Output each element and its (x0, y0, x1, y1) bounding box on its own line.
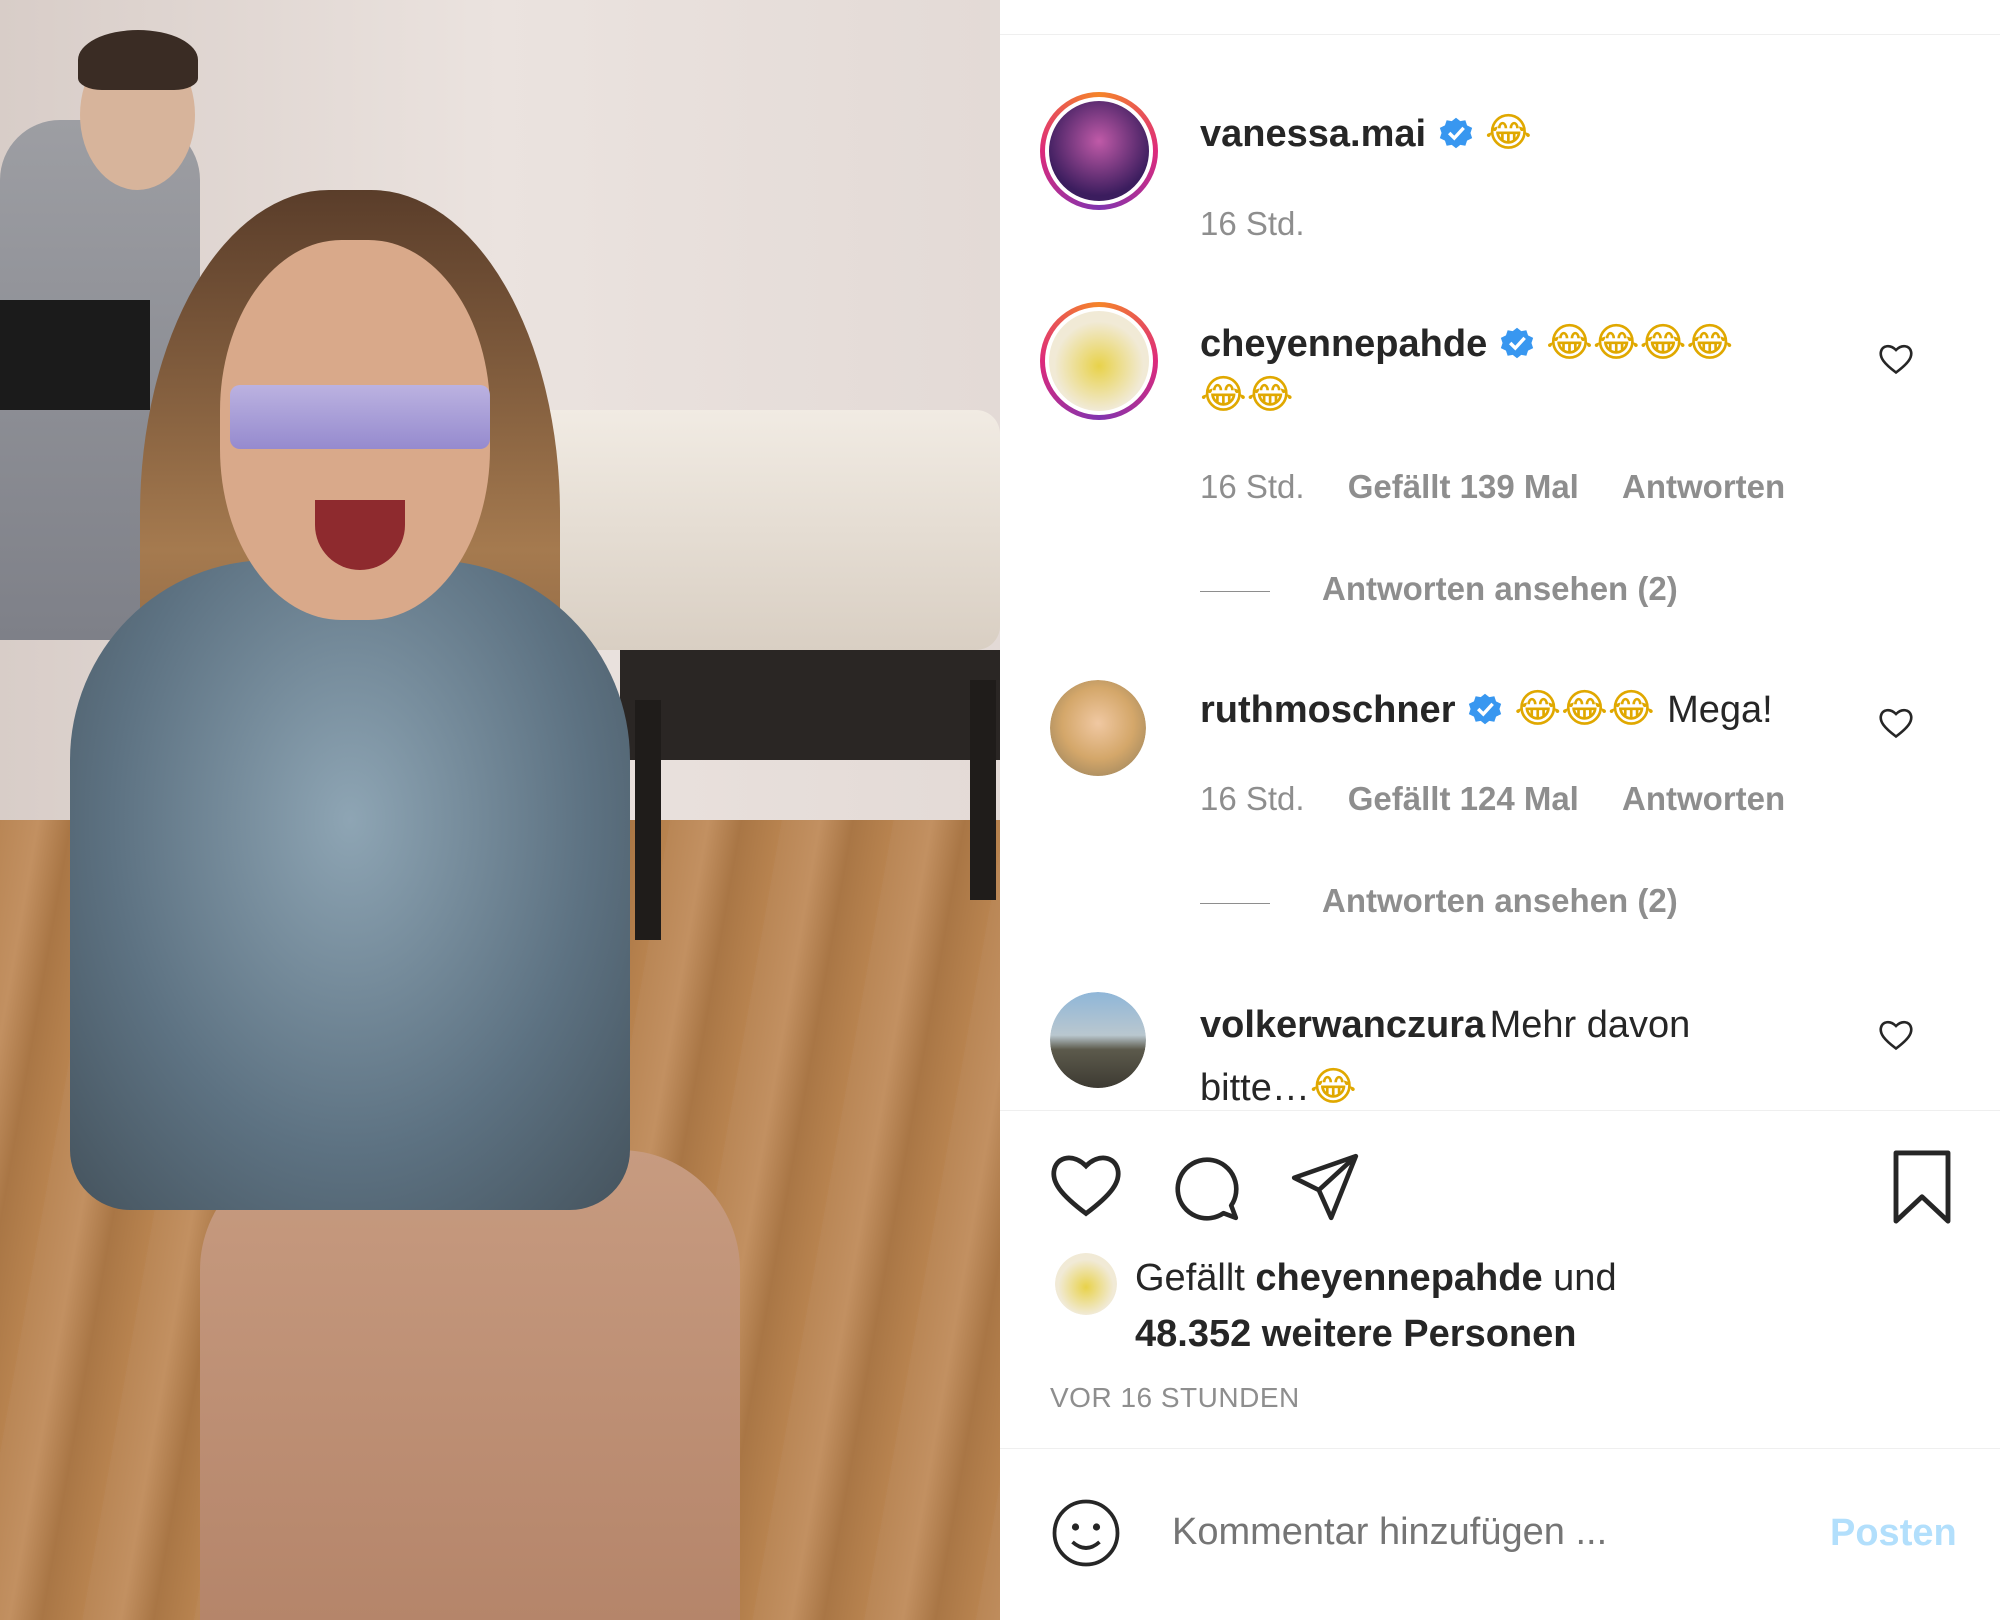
comment-username[interactable]: volkerwanczura (1200, 1004, 1485, 1046)
media-table (620, 650, 1000, 760)
view-replies-button[interactable]: Antworten ansehen (2) (1200, 570, 1678, 608)
liker-avatar[interactable] (1055, 1253, 1117, 1315)
comment-icon[interactable] (1168, 1150, 1242, 1224)
comment-time: 16 Std. (1200, 468, 1305, 505)
media-chair (0, 300, 150, 410)
heart-icon[interactable] (1878, 706, 1914, 740)
media-table-leg (970, 680, 996, 900)
replies-dash (1200, 590, 1270, 592)
media-person-body (70, 560, 630, 1210)
media-table-leg (635, 700, 661, 940)
comment-line: volkerwanczura Mehr davon bitte…😂 (1200, 998, 1690, 1123)
comment-avatar[interactable] (1050, 992, 1146, 1088)
likes-prefix: Gefällt (1135, 1257, 1245, 1299)
heart-icon[interactable] (1878, 1018, 1914, 1052)
verified-icon (1468, 693, 1502, 725)
comment-line: ruthmoschner 😂😂😂 Mega! (1200, 686, 1773, 732)
media-person-legs (200, 1150, 740, 1620)
likes-mid: und (1553, 1257, 1617, 1299)
panel-top-divider (1000, 34, 2000, 35)
comment-likes[interactable]: Gefällt 124 Mal (1348, 780, 1579, 817)
actions-divider (1000, 1110, 2000, 1111)
comment-emoji: 😂 (1309, 1064, 1357, 1110)
post-comment-button[interactable]: Posten (1830, 1512, 1957, 1555)
comment-box-divider (1000, 1448, 2000, 1449)
verified-icon (1439, 117, 1472, 149)
likes-summary: Gefällt cheyennepahde und 48.352 weitere… (1135, 1250, 1617, 1362)
comment-text: Mehr davon (1489, 1004, 1691, 1046)
view-replies-button[interactable]: Antworten ansehen (2) (1200, 882, 1678, 920)
comment-meta: 16 Std. Gefällt 139 Mal Antworten (1200, 468, 1785, 506)
comment-input[interactable] (1170, 1510, 1714, 1555)
share-icon[interactable] (1288, 1150, 1362, 1224)
author-avatar[interactable] (1040, 92, 1158, 210)
caption-emoji: 😂 (1484, 110, 1532, 156)
media-sunglasses (230, 385, 490, 449)
bookmark-icon[interactable] (1888, 1148, 1956, 1226)
author-username[interactable]: vanessa.mai (1200, 113, 1426, 155)
comment-time: 16 Std. (1200, 780, 1305, 817)
replies-dash (1200, 902, 1270, 904)
post-timestamp[interactable]: VOR 16 STUNDEN (1050, 1382, 1300, 1414)
comment-text: Mega! (1667, 689, 1773, 731)
comment-text-continued: bitte… (1200, 1067, 1310, 1109)
liker-username[interactable]: cheyennepahde (1255, 1257, 1542, 1299)
comment-username[interactable]: cheyennepahde (1200, 323, 1487, 365)
emoji-icon[interactable] (1050, 1497, 1122, 1569)
comment-username[interactable]: ruthmoschner (1200, 689, 1455, 731)
caption-time: 16 Std. (1200, 205, 1305, 242)
comment-line: cheyennepahde 😂😂😂😂 (1200, 320, 1733, 366)
verified-icon (1500, 327, 1533, 359)
comment-avatar[interactable] (1050, 680, 1146, 776)
likes-others[interactable]: 48.352 weitere Personen (1135, 1313, 1576, 1355)
comment-emojis: 😂😂😂 (1514, 686, 1655, 732)
like-heart-icon[interactable] (1048, 1150, 1124, 1220)
comment-emojis-continued: 😂😂 (1200, 372, 1294, 418)
post-media[interactable] (0, 0, 1000, 1620)
reply-button[interactable]: Antworten (1622, 468, 1785, 505)
comment-emojis: 😂😂😂😂 (1546, 320, 1734, 366)
caption-line: vanessa.mai 😂 (1200, 110, 1532, 156)
heart-icon[interactable] (1878, 342, 1914, 376)
view-replies-label: Antworten ansehen (2) (1322, 570, 1678, 607)
media-sofa (520, 410, 1000, 650)
comment-avatar[interactable] (1040, 302, 1158, 420)
media-background-person-hair (78, 30, 198, 90)
comment-meta: 16 Std. Gefällt 124 Mal Antworten (1200, 780, 1785, 818)
reply-button[interactable]: Antworten (1622, 780, 1785, 817)
post-side-panel: vanessa.mai 😂 16 Std. cheyennepahde 😂😂😂😂… (1000, 0, 2000, 1620)
comment-likes[interactable]: Gefällt 139 Mal (1348, 468, 1579, 505)
view-replies-label: Antworten ansehen (2) (1322, 882, 1678, 919)
